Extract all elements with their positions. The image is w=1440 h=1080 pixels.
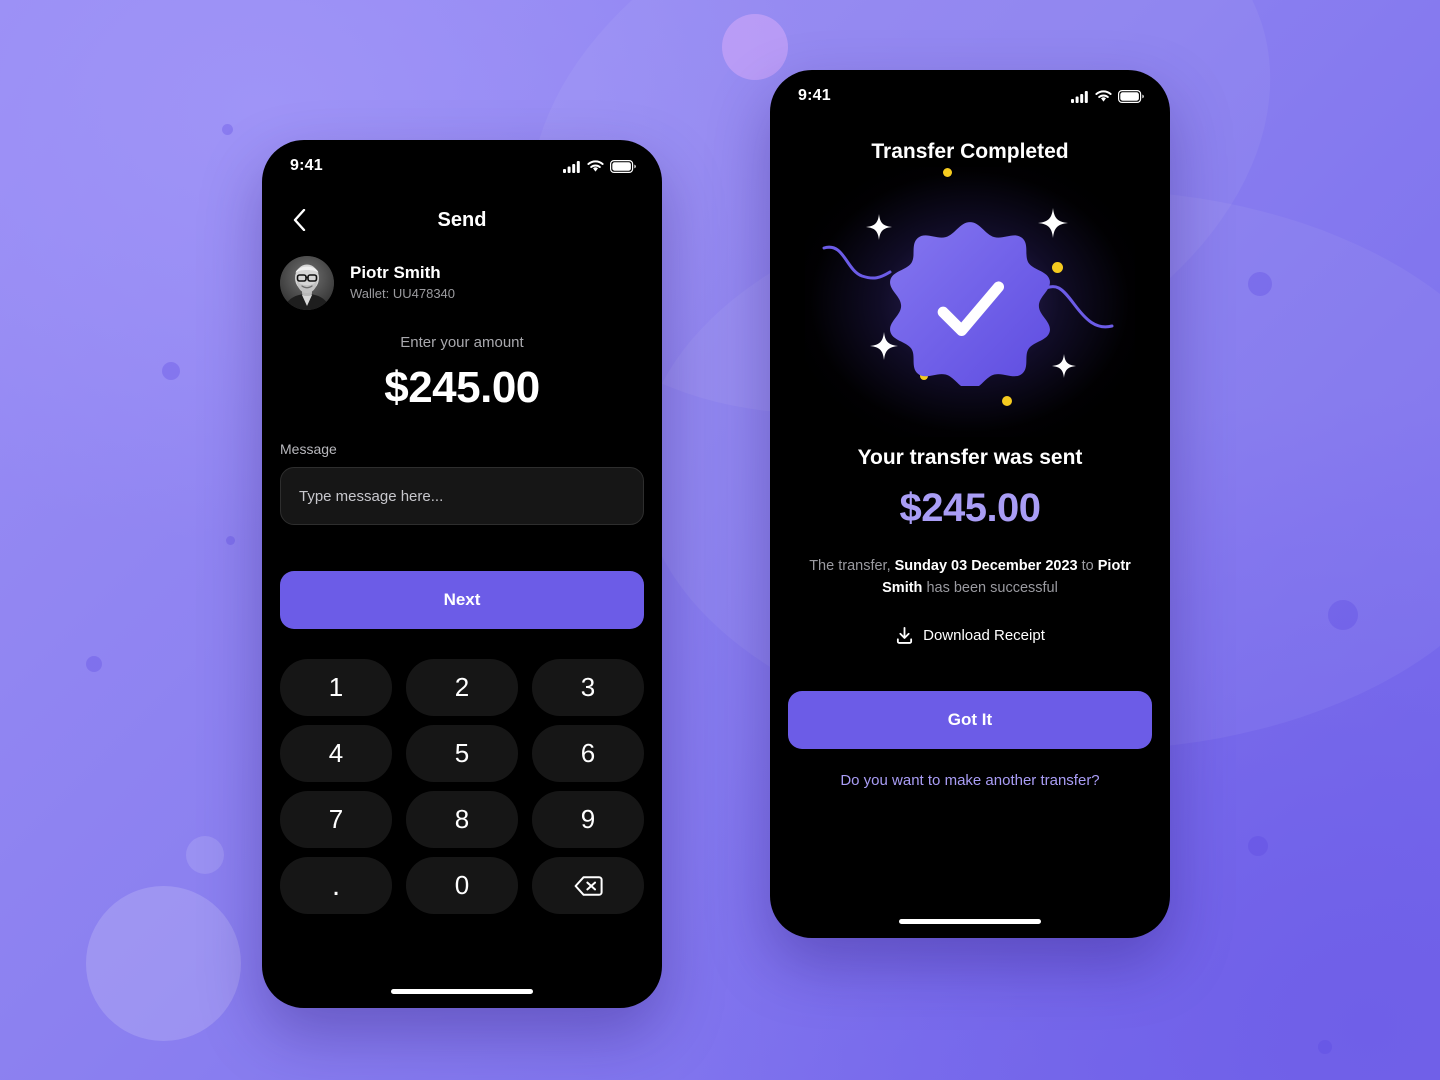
verified-check-badge-icon xyxy=(890,222,1050,386)
avatar-portrait-icon xyxy=(280,256,334,310)
page-background xyxy=(0,0,1440,1080)
desc-part2: to xyxy=(1077,558,1098,574)
phone-send-screen: 9:41 Send Piotr Smith Wallet: UU478340 E… xyxy=(262,140,662,1008)
desc-date: Sunday 03 December 2023 xyxy=(894,558,1078,574)
got-it-button[interactable]: Got It xyxy=(788,690,1152,749)
home-indicator xyxy=(899,919,1041,924)
bg-dot-10 xyxy=(1318,1040,1332,1054)
status-bar-time: 9:41 xyxy=(290,157,323,174)
transfer-description: The transfer, Sunday 03 December 2023 to… xyxy=(804,555,1136,600)
key-8[interactable]: 8 xyxy=(406,791,518,848)
key-6[interactable]: 6 xyxy=(532,725,644,782)
bg-dot-9 xyxy=(1248,836,1268,856)
desc-part3: has been successful xyxy=(922,580,1058,597)
amount-value[interactable]: $245.00 xyxy=(262,363,662,413)
bg-dot-7 xyxy=(1328,600,1358,630)
key-2[interactable]: 2 xyxy=(406,659,518,716)
battery-icon xyxy=(610,159,636,173)
phone-completed-screen: 9:41 Transfer Completed Your transfer wa… xyxy=(770,70,1170,938)
home-indicator xyxy=(391,989,533,994)
wifi-icon xyxy=(1095,89,1112,102)
amount-section: Enter your amount $245.00 xyxy=(262,334,662,413)
bg-dot-4 xyxy=(86,656,102,672)
squiggle-left-icon xyxy=(822,245,892,280)
bg-dot-5 xyxy=(186,836,224,874)
bg-circle-bottom-left xyxy=(86,886,241,1041)
status-bar-time: 9:41 xyxy=(798,87,831,104)
signal-icon xyxy=(1071,90,1088,103)
message-input[interactable] xyxy=(280,467,644,525)
download-icon xyxy=(897,626,913,644)
key-9[interactable]: 9 xyxy=(532,791,644,848)
success-illustration xyxy=(770,167,1170,437)
key-backspace[interactable] xyxy=(532,857,644,914)
transfer-headline: Your transfer was sent xyxy=(857,446,1083,469)
signal-icon xyxy=(563,160,580,173)
back-button[interactable] xyxy=(282,203,316,237)
key-decimal[interactable]: . xyxy=(280,857,392,914)
nav-bar-send: Send xyxy=(262,192,662,248)
key-1[interactable]: 1 xyxy=(280,659,392,716)
sparkle-icon-4 xyxy=(1052,354,1076,378)
status-bar-completed: 9:41 xyxy=(770,70,1170,122)
yellow-dot-1 xyxy=(943,168,952,177)
recipient-wallet: Wallet: UU478340 xyxy=(350,286,456,302)
key-0[interactable]: 0 xyxy=(406,857,518,914)
download-receipt-button[interactable]: Download Receipt xyxy=(770,626,1170,645)
bg-dot-6 xyxy=(1248,272,1272,296)
desc-part1: The transfer, xyxy=(809,558,895,574)
transfer-amount: $245.00 xyxy=(899,486,1041,530)
wifi-icon xyxy=(587,159,604,172)
recipient-row[interactable]: Piotr Smith Wallet: UU478340 xyxy=(262,248,662,310)
amount-label: Enter your amount xyxy=(400,334,524,351)
key-7[interactable]: 7 xyxy=(280,791,392,848)
next-button[interactable]: Next xyxy=(280,571,644,629)
avatar xyxy=(280,256,334,310)
key-3[interactable]: 3 xyxy=(532,659,644,716)
download-receipt-label: Download Receipt xyxy=(923,626,1045,644)
key-5[interactable]: 5 xyxy=(406,725,518,782)
key-4[interactable]: 4 xyxy=(280,725,392,782)
recipient-name: Piotr Smith xyxy=(350,263,441,283)
yellow-dot-4 xyxy=(1002,396,1012,406)
message-section: Message xyxy=(262,441,662,525)
chevron-left-icon xyxy=(293,209,305,231)
bg-dot-2 xyxy=(162,362,180,380)
completed-title: Transfer Completed xyxy=(871,140,1069,163)
another-transfer-link[interactable]: Do you want to make another transfer? xyxy=(770,772,1170,789)
status-bar-send: 9:41 xyxy=(262,140,662,192)
bg-dot-3 xyxy=(226,536,235,545)
numeric-keypad: 1 2 3 4 5 6 7 8 9 . 0 xyxy=(262,659,662,914)
message-label: Message xyxy=(280,441,337,457)
page-title: Send xyxy=(437,208,487,231)
backspace-icon xyxy=(574,875,603,896)
bg-dot-1 xyxy=(222,124,233,135)
battery-icon xyxy=(1118,89,1144,103)
